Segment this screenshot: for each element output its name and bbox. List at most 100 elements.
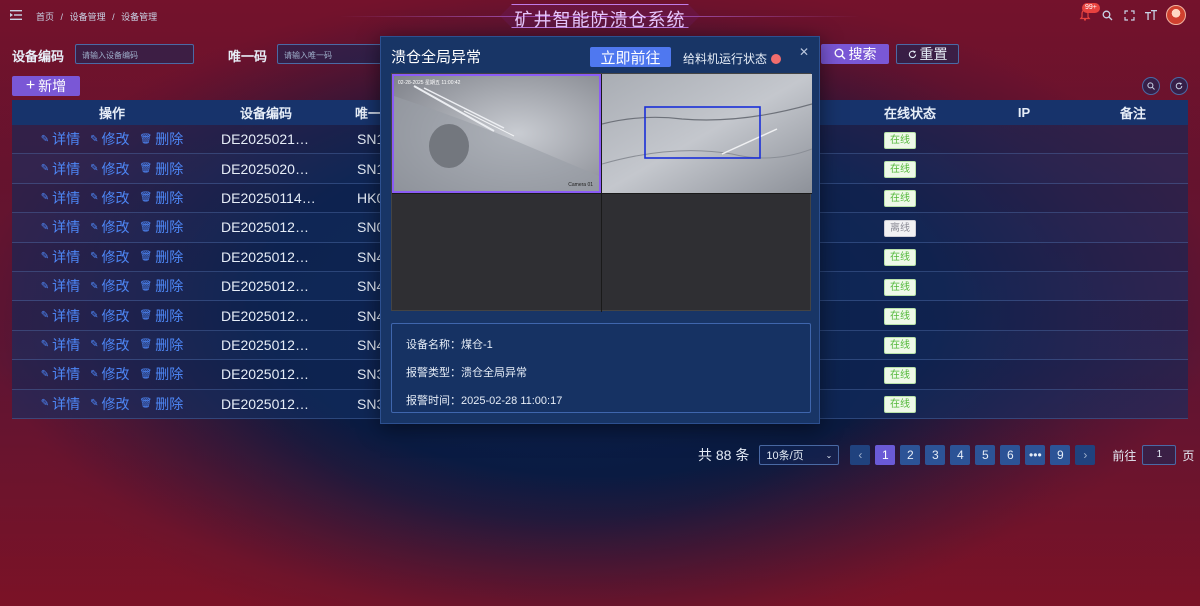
edit-button[interactable]: ✎ 修改 <box>90 394 129 414</box>
detail-icon: ✎ <box>40 310 50 322</box>
page-number-button[interactable]: 6 <box>1000 445 1021 465</box>
page-unit-label: 页 <box>1182 448 1195 463</box>
detail-button[interactable]: ✎ 详情 <box>41 247 80 267</box>
delete-button[interactable]: 🗑 删除 <box>140 247 184 267</box>
detail-button[interactable]: ✎ 详情 <box>41 159 80 179</box>
detail-button[interactable]: ✎ 详情 <box>41 306 80 326</box>
app-title: 矿井智能防溃仓系统 <box>514 10 686 30</box>
delete-button[interactable]: 🗑 删除 <box>140 188 184 208</box>
detail-button[interactable]: ✎ 详情 <box>41 364 80 384</box>
page-size-select[interactable]: 10条/页 ⌄ <box>759 445 840 465</box>
delete-button[interactable]: 🗑 删除 <box>140 335 184 355</box>
detail-icon: ✎ <box>40 280 50 292</box>
detail-button[interactable]: ✎ 详情 <box>41 188 80 208</box>
device-code-label: 设备编码 <box>12 49 65 64</box>
header-actions: 99+ <box>1078 3 1186 25</box>
edit-button[interactable]: ✎ 修改 <box>90 129 129 149</box>
breadcrumb: 首页 / 设备管理 / 设备管理 <box>36 10 161 23</box>
detail-button[interactable]: ✎ 详情 <box>41 217 80 237</box>
delete-label: 删除 <box>155 248 184 265</box>
font-size-icon[interactable] <box>1144 8 1158 22</box>
delete-button[interactable]: 🗑 删除 <box>140 306 184 326</box>
camera-label: Camera 01 <box>568 182 593 188</box>
edit-button[interactable]: ✎ 修改 <box>90 217 129 237</box>
edit-label: 修改 <box>101 189 130 206</box>
go-now-button[interactable]: 立即前往 <box>590 47 671 67</box>
edit-label: 修改 <box>101 248 130 265</box>
edit-icon: ✎ <box>90 192 99 204</box>
edit-button[interactable]: ✎ 修改 <box>90 335 129 355</box>
more-pages-button[interactable]: ••• <box>1025 445 1046 465</box>
feeder-status-indicator <box>771 53 782 64</box>
edit-button[interactable]: ✎ 修改 <box>90 247 129 267</box>
title-banner: 矿井智能防溃仓系统 <box>340 2 860 30</box>
delete-button[interactable]: 🗑 删除 <box>140 159 184 179</box>
cell-status: 在线 <box>862 306 970 326</box>
goto-page-input[interactable]: 1 <box>1142 445 1177 465</box>
search-button[interactable]: 搜索 <box>821 44 889 64</box>
delete-button[interactable]: 🗑 删除 <box>140 394 184 414</box>
detail-button[interactable]: ✎ 详情 <box>41 129 80 149</box>
edit-label: 修改 <box>101 395 130 412</box>
breadcrumb-home[interactable]: 首页 <box>36 12 54 22</box>
edit-label: 修改 <box>101 366 130 383</box>
feeder-status: 给料机运行状态 <box>683 50 782 67</box>
fullscreen-icon[interactable] <box>1122 8 1136 22</box>
table-search-toggle-button[interactable] <box>1142 77 1160 95</box>
detail-button[interactable]: ✎ 详情 <box>41 276 80 296</box>
dialog-title: 溃仓全局异常 <box>391 49 482 66</box>
edit-icon: ✎ <box>90 251 99 263</box>
user-avatar[interactable] <box>1166 5 1186 25</box>
detail-label: 详情 <box>52 366 81 383</box>
table-refresh-button[interactable] <box>1170 77 1188 95</box>
status-badge: 在线 <box>884 308 916 326</box>
breadcrumb-device-mgmt[interactable]: 设备管理 <box>70 12 106 22</box>
edit-button[interactable]: ✎ 修改 <box>90 306 129 326</box>
page-number-button[interactable]: 2 <box>900 445 921 465</box>
detail-icon: ✎ <box>40 251 50 263</box>
page-number-button[interactable]: 1 <box>875 445 896 465</box>
goto-label: 前往 <box>1112 448 1137 463</box>
detail-button[interactable]: ✎ 详情 <box>41 394 80 414</box>
page-number-button[interactable]: 3 <box>925 445 946 465</box>
detail-button[interactable]: ✎ 详情 <box>41 335 80 355</box>
edit-button[interactable]: ✎ 修改 <box>90 159 129 179</box>
pagination: 共 88 条 10条/页 ⌄ ‹ 1 2 3 4 5 6 ••• 9 › 前往 1 页 <box>698 445 1194 465</box>
detail-icon: ✎ <box>40 339 50 351</box>
row-actions: ✎ 详情 ✎ 修改 🗑 删除 <box>12 129 212 149</box>
delete-button[interactable]: 🗑 删除 <box>140 217 184 237</box>
uid-input[interactable]: 请输入唯一码 <box>277 44 387 64</box>
cell-status: 在线 <box>862 335 970 355</box>
status-badge: 在线 <box>884 337 916 355</box>
reset-button[interactable]: 重置 <box>896 44 959 64</box>
delete-button[interactable]: 🗑 删除 <box>140 129 184 149</box>
detail-icon: ✎ <box>40 398 50 410</box>
reset-button-label: 重置 <box>919 46 948 62</box>
edit-button[interactable]: ✎ 修改 <box>90 188 129 208</box>
close-icon[interactable]: ✕ <box>799 45 809 59</box>
edit-button[interactable]: ✎ 修改 <box>90 276 129 296</box>
prev-page-button[interactable]: ‹ <box>850 445 871 465</box>
page-number-button[interactable]: 5 <box>975 445 996 465</box>
next-page-button[interactable]: › <box>1075 445 1096 465</box>
page-number-button[interactable]: 9 <box>1050 445 1071 465</box>
add-button[interactable]: + 新增 <box>12 76 80 96</box>
menu-fold-icon[interactable] <box>10 9 22 21</box>
trash-icon: 🗑 <box>139 192 153 204</box>
edit-icon: ✎ <box>90 398 99 410</box>
video-feed-2[interactable] <box>602 74 812 193</box>
trash-icon: 🗑 <box>139 280 153 292</box>
camera-frame-2 <box>602 74 812 193</box>
device-code-input[interactable]: 请输入设备编码 <box>75 44 194 64</box>
search-icon[interactable] <box>1100 8 1114 22</box>
search-icon <box>1147 82 1155 90</box>
delete-button[interactable]: 🗑 删除 <box>140 364 184 384</box>
detail-label: 详情 <box>52 336 81 353</box>
delete-button[interactable]: 🗑 删除 <box>140 276 184 296</box>
detail-icon: ✎ <box>40 163 50 175</box>
video-feed-1[interactable]: 02-28-2025 星期五 11:00:42 Camera 01 <box>392 74 601 193</box>
bell-icon[interactable]: 99+ <box>1078 3 1100 22</box>
edit-button[interactable]: ✎ 修改 <box>90 364 129 384</box>
delete-label: 删除 <box>155 307 184 324</box>
page-number-button[interactable]: 4 <box>950 445 971 465</box>
